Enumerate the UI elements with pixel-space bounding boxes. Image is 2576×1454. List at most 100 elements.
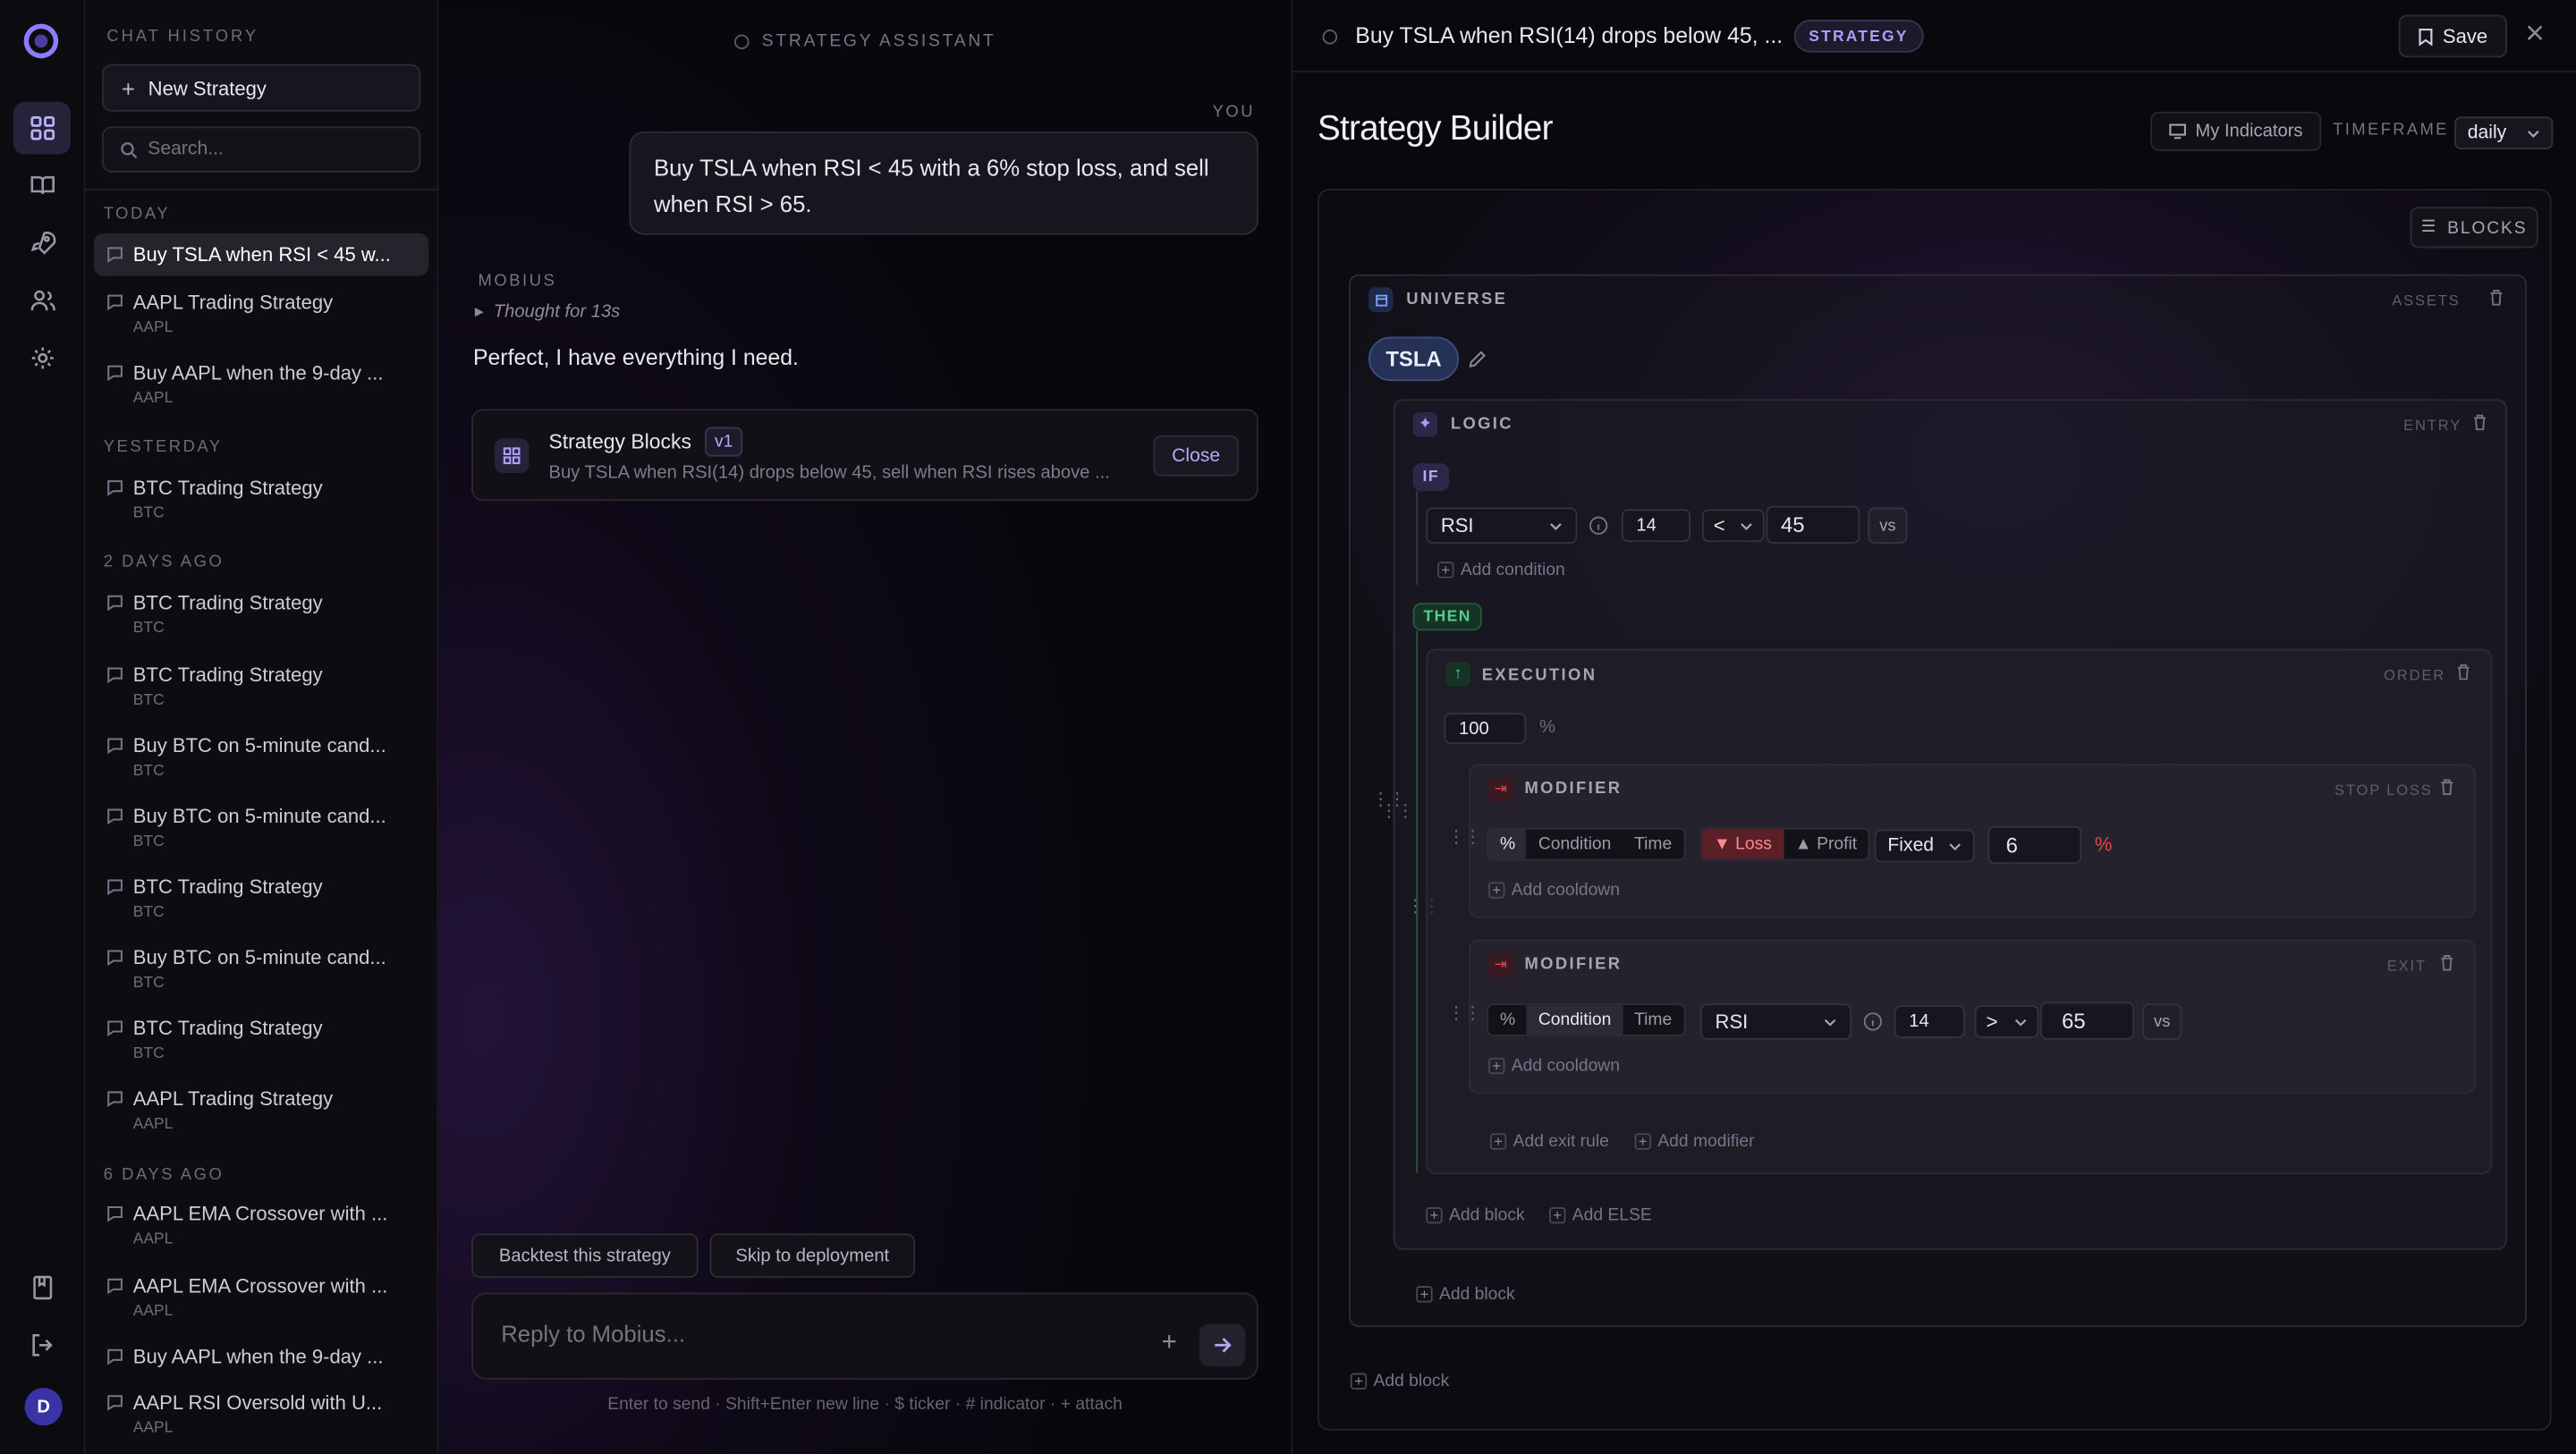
- exit-period-input[interactable]: 14: [1894, 1005, 1965, 1038]
- history-item[interactable]: Buy BTC on 5-minute cand... BTC: [94, 724, 429, 787]
- history-item[interactable]: BTC Trading Strategy BTC: [94, 467, 429, 529]
- dashboard-icon[interactable]: [13, 101, 71, 155]
- history-item[interactable]: Buy AAPL when the 9-day ... AAPL: [94, 351, 429, 414]
- chat-bubble-icon: [106, 247, 123, 263]
- add-block-button[interactable]: + Add block: [1416, 1284, 1515, 1304]
- trash-icon[interactable]: [2440, 954, 2455, 971]
- stop-type-segment[interactable]: % Condition Time: [1487, 827, 1685, 861]
- segment-condition[interactable]: Condition: [1526, 1005, 1623, 1036]
- trash-icon[interactable]: [2440, 779, 2455, 795]
- history-item[interactable]: AAPL Trading Strategy AAPL: [94, 1078, 429, 1140]
- drag-handle-icon[interactable]: ⋮⋮: [1447, 1004, 1482, 1022]
- segment-condition[interactable]: Condition: [1527, 830, 1623, 859]
- add-block-button[interactable]: + Add block: [1350, 1372, 1449, 1391]
- segment-percent[interactable]: %: [1488, 829, 1527, 859]
- reply-composer[interactable]: +: [471, 1292, 1258, 1380]
- logic-label: LOGIC: [1450, 415, 1513, 434]
- trash-icon[interactable]: [2456, 664, 2471, 681]
- add-cooldown-button[interactable]: + Add cooldown: [1488, 880, 1620, 900]
- edit-pencil-icon[interactable]: [1469, 350, 1487, 368]
- new-strategy-button[interactable]: + New Strategy: [101, 63, 421, 112]
- exit-indicator-select[interactable]: RSI: [1700, 1003, 1852, 1040]
- drag-handle-icon[interactable]: ⋮⋮: [1447, 829, 1482, 847]
- history-item[interactable]: AAPL EMA Crossover with ... AAPL: [94, 1192, 429, 1255]
- stop-mode-select[interactable]: Fixed: [1874, 829, 1975, 863]
- add-condition-button[interactable]: + Add condition: [1437, 560, 1565, 579]
- history-item[interactable]: Buy AAPL when the 9-day ...: [94, 1335, 429, 1378]
- save-button[interactable]: Save: [2398, 14, 2507, 58]
- save-label: Save: [2442, 24, 2488, 48]
- timeframe-select[interactable]: daily: [2454, 116, 2554, 150]
- blocks-button[interactable]: ☰ BLOCKS: [2410, 207, 2538, 249]
- indicator-select[interactable]: RSI: [1426, 507, 1578, 544]
- send-button[interactable]: [1199, 1323, 1246, 1367]
- card-title: Strategy Blocks: [548, 430, 691, 453]
- loss-profit-toggle[interactable]: ▼ Loss ▲ Profit: [1700, 827, 1870, 861]
- drag-handle-icon[interactable]: ⋮⋮: [1406, 898, 1441, 916]
- card-close-button[interactable]: Close: [1153, 435, 1239, 477]
- segment-percent[interactable]: %: [1488, 1005, 1527, 1035]
- thought-toggle[interactable]: ▶ Thought for 13s: [475, 302, 620, 322]
- builder-topbar: Buy TSLA when RSI(14) drops below 45, ..…: [1292, 0, 2576, 72]
- app-logo[interactable]: [23, 23, 59, 59]
- history-item[interactable]: AAPL EMA Crossover with ... AAPL: [94, 1264, 429, 1327]
- composer-hint: Enter to send · Shift+Enter new line · $…: [607, 1394, 1123, 1415]
- order-amount-input[interactable]: 100: [1444, 713, 1527, 745]
- add-cooldown-button[interactable]: + Add cooldown: [1488, 1056, 1620, 1076]
- history-item[interactable]: Buy BTC on 5-minute cand... BTC: [94, 936, 429, 999]
- history-item[interactable]: BTC Trading Strategy BTC: [94, 866, 429, 928]
- ticker-chip[interactable]: TSLA: [1368, 336, 1460, 382]
- avatar[interactable]: D: [24, 1388, 63, 1426]
- skip-deployment-button[interactable]: Skip to deployment: [709, 1233, 916, 1278]
- users-icon[interactable]: [13, 275, 71, 327]
- history-item[interactable]: AAPL Trading Strategy AAPL: [94, 281, 429, 343]
- exit-operator-select[interactable]: >: [1974, 1005, 2039, 1038]
- trash-icon[interactable]: [2472, 414, 2487, 431]
- book-open-icon[interactable]: [13, 159, 71, 212]
- add-modifier-button[interactable]: + Add modifier: [1634, 1132, 1755, 1152]
- period-input[interactable]: 14: [1621, 509, 1691, 543]
- operator-value: <: [1713, 513, 1725, 537]
- rocket-icon[interactable]: [13, 216, 71, 269]
- trash-icon[interactable]: [2489, 289, 2504, 306]
- history-item[interactable]: BTC Trading Strategy BTC: [94, 654, 429, 716]
- chat-bubble-icon: [106, 1020, 123, 1036]
- strategy-blocks-card[interactable]: Strategy Blocks v1 Buy TSLA when RSI(14)…: [471, 409, 1258, 502]
- exit-vs-button[interactable]: vs: [2142, 1003, 2182, 1040]
- stop-value-input[interactable]: 6: [1987, 825, 2082, 865]
- gear-icon[interactable]: [13, 332, 71, 385]
- history-item[interactable]: BTC Trading Strategy BTC: [94, 1007, 429, 1069]
- add-block-button[interactable]: + Add block: [1426, 1205, 1525, 1225]
- operator-select[interactable]: <: [1701, 509, 1765, 543]
- chat-panel: STRATEGY ASSISTANT YOU Buy TSLA when RSI…: [438, 0, 1292, 1454]
- vs-button[interactable]: vs: [1868, 507, 1908, 544]
- loss-option[interactable]: ▼ Loss: [1701, 829, 1784, 859]
- bookmark-book-icon[interactable]: [13, 1262, 71, 1315]
- history-item[interactable]: Buy BTC on 5-minute cand... BTC: [94, 795, 429, 858]
- add-else-button[interactable]: + Add ELSE: [1549, 1205, 1652, 1225]
- history-item[interactable]: AAPL RSI Oversold with U... AAPL: [94, 1382, 429, 1444]
- stop-loss-modifier-block: ⇥ MODIFIER STOP LOSS ⋮⋮ % Condition Time…: [1447, 764, 2476, 918]
- threshold-input[interactable]: 45: [1766, 505, 1860, 544]
- logout-icon[interactable]: [13, 1319, 71, 1372]
- attach-plus-icon[interactable]: +: [1162, 1330, 1177, 1357]
- backtest-button[interactable]: Backtest this strategy: [471, 1233, 699, 1278]
- segment-time[interactable]: Time: [1623, 830, 1683, 859]
- info-icon[interactable]: [1863, 1011, 1883, 1031]
- search-input[interactable]: [148, 139, 411, 160]
- drag-handle-icon[interactable]: ⋮⋮: [1380, 802, 1415, 820]
- reply-input[interactable]: [501, 1320, 1126, 1348]
- add-exit-rule-button[interactable]: + Add exit rule: [1489, 1132, 1609, 1152]
- exit-type-segment[interactable]: % Condition Time: [1487, 1003, 1685, 1036]
- history-item[interactable]: Buy TSLA when RSI < 45 w...: [93, 232, 429, 276]
- section-2-days-ago: 2 DAYS AGO: [103, 553, 225, 572]
- exit-threshold-input[interactable]: 65: [2040, 1002, 2134, 1040]
- segment-time[interactable]: Time: [1623, 1005, 1683, 1035]
- my-indicators-button[interactable]: My Indicators: [2150, 111, 2322, 151]
- info-icon[interactable]: [1589, 516, 1608, 536]
- stop-mode-value: Fixed: [1887, 835, 1935, 856]
- history-item[interactable]: BTC Trading Strategy BTC: [94, 581, 429, 644]
- search-box[interactable]: [101, 126, 421, 173]
- close-icon[interactable]: [2525, 23, 2545, 43]
- profit-option[interactable]: ▲ Profit: [1784, 830, 1868, 859]
